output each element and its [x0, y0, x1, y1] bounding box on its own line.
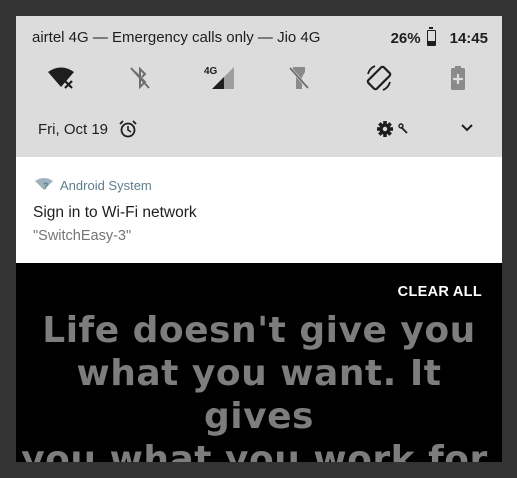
quick-settings-panel: airtel 4G — Emergency calls only — Jio 4…	[16, 16, 502, 157]
wifi-off-icon[interactable]	[45, 62, 77, 94]
status-bar: airtel 4G — Emergency calls only — Jio 4…	[16, 16, 502, 56]
notification-text: "SwitchEasy-3"	[33, 228, 132, 244]
expand-chevron-down-icon[interactable]	[460, 121, 474, 140]
clock: 14:45	[449, 29, 488, 47]
battery-saver-icon[interactable]	[442, 62, 474, 94]
quote-line: Life doesn't give you	[42, 310, 476, 351]
notification-title: Sign in to Wi-Fi network	[33, 204, 197, 221]
svg-text:4G: 4G	[204, 66, 218, 77]
wifi-question-icon: ?	[34, 177, 54, 194]
date-row: Fri, Oct 19	[16, 114, 502, 146]
quote-line: you what you work for.	[21, 439, 497, 462]
battery-icon	[426, 27, 436, 46]
flashlight-off-icon[interactable]	[283, 62, 315, 94]
date-text[interactable]: Fri, Oct 19	[38, 121, 108, 138]
settings-gear-icon[interactable]	[376, 119, 410, 144]
carrier-text: airtel 4G — Emergency calls only — Jio 4…	[32, 29, 321, 46]
wifi-signin-notification[interactable]: ? Android System Sign in to Wi-Fi networ…	[16, 157, 502, 263]
bluetooth-off-icon[interactable]	[124, 62, 156, 94]
device-frame: airtel 4G — Emergency calls only — Jio 4…	[0, 0, 517, 478]
screen: airtel 4G — Emergency calls only — Jio 4…	[16, 16, 502, 462]
auto-rotate-icon[interactable]	[363, 62, 395, 94]
battery-percent: 26%	[390, 29, 421, 47]
quote-line: what you want. It gives	[76, 353, 442, 437]
wallpaper-quote: Life doesn't give you what you want. It …	[16, 309, 502, 462]
svg-text:?: ?	[43, 181, 49, 191]
clear-all-button[interactable]: CLEAR ALL	[398, 284, 482, 300]
notification-header: ? Android System	[34, 177, 152, 193]
status-right: 26% 14:45	[390, 27, 488, 48]
notification-app-name: Android System	[60, 177, 152, 193]
alarm-icon[interactable]	[119, 120, 137, 143]
quick-settings-tiles: 4G	[16, 62, 502, 94]
mobile-data-4g-icon[interactable]: 4G	[203, 62, 239, 94]
